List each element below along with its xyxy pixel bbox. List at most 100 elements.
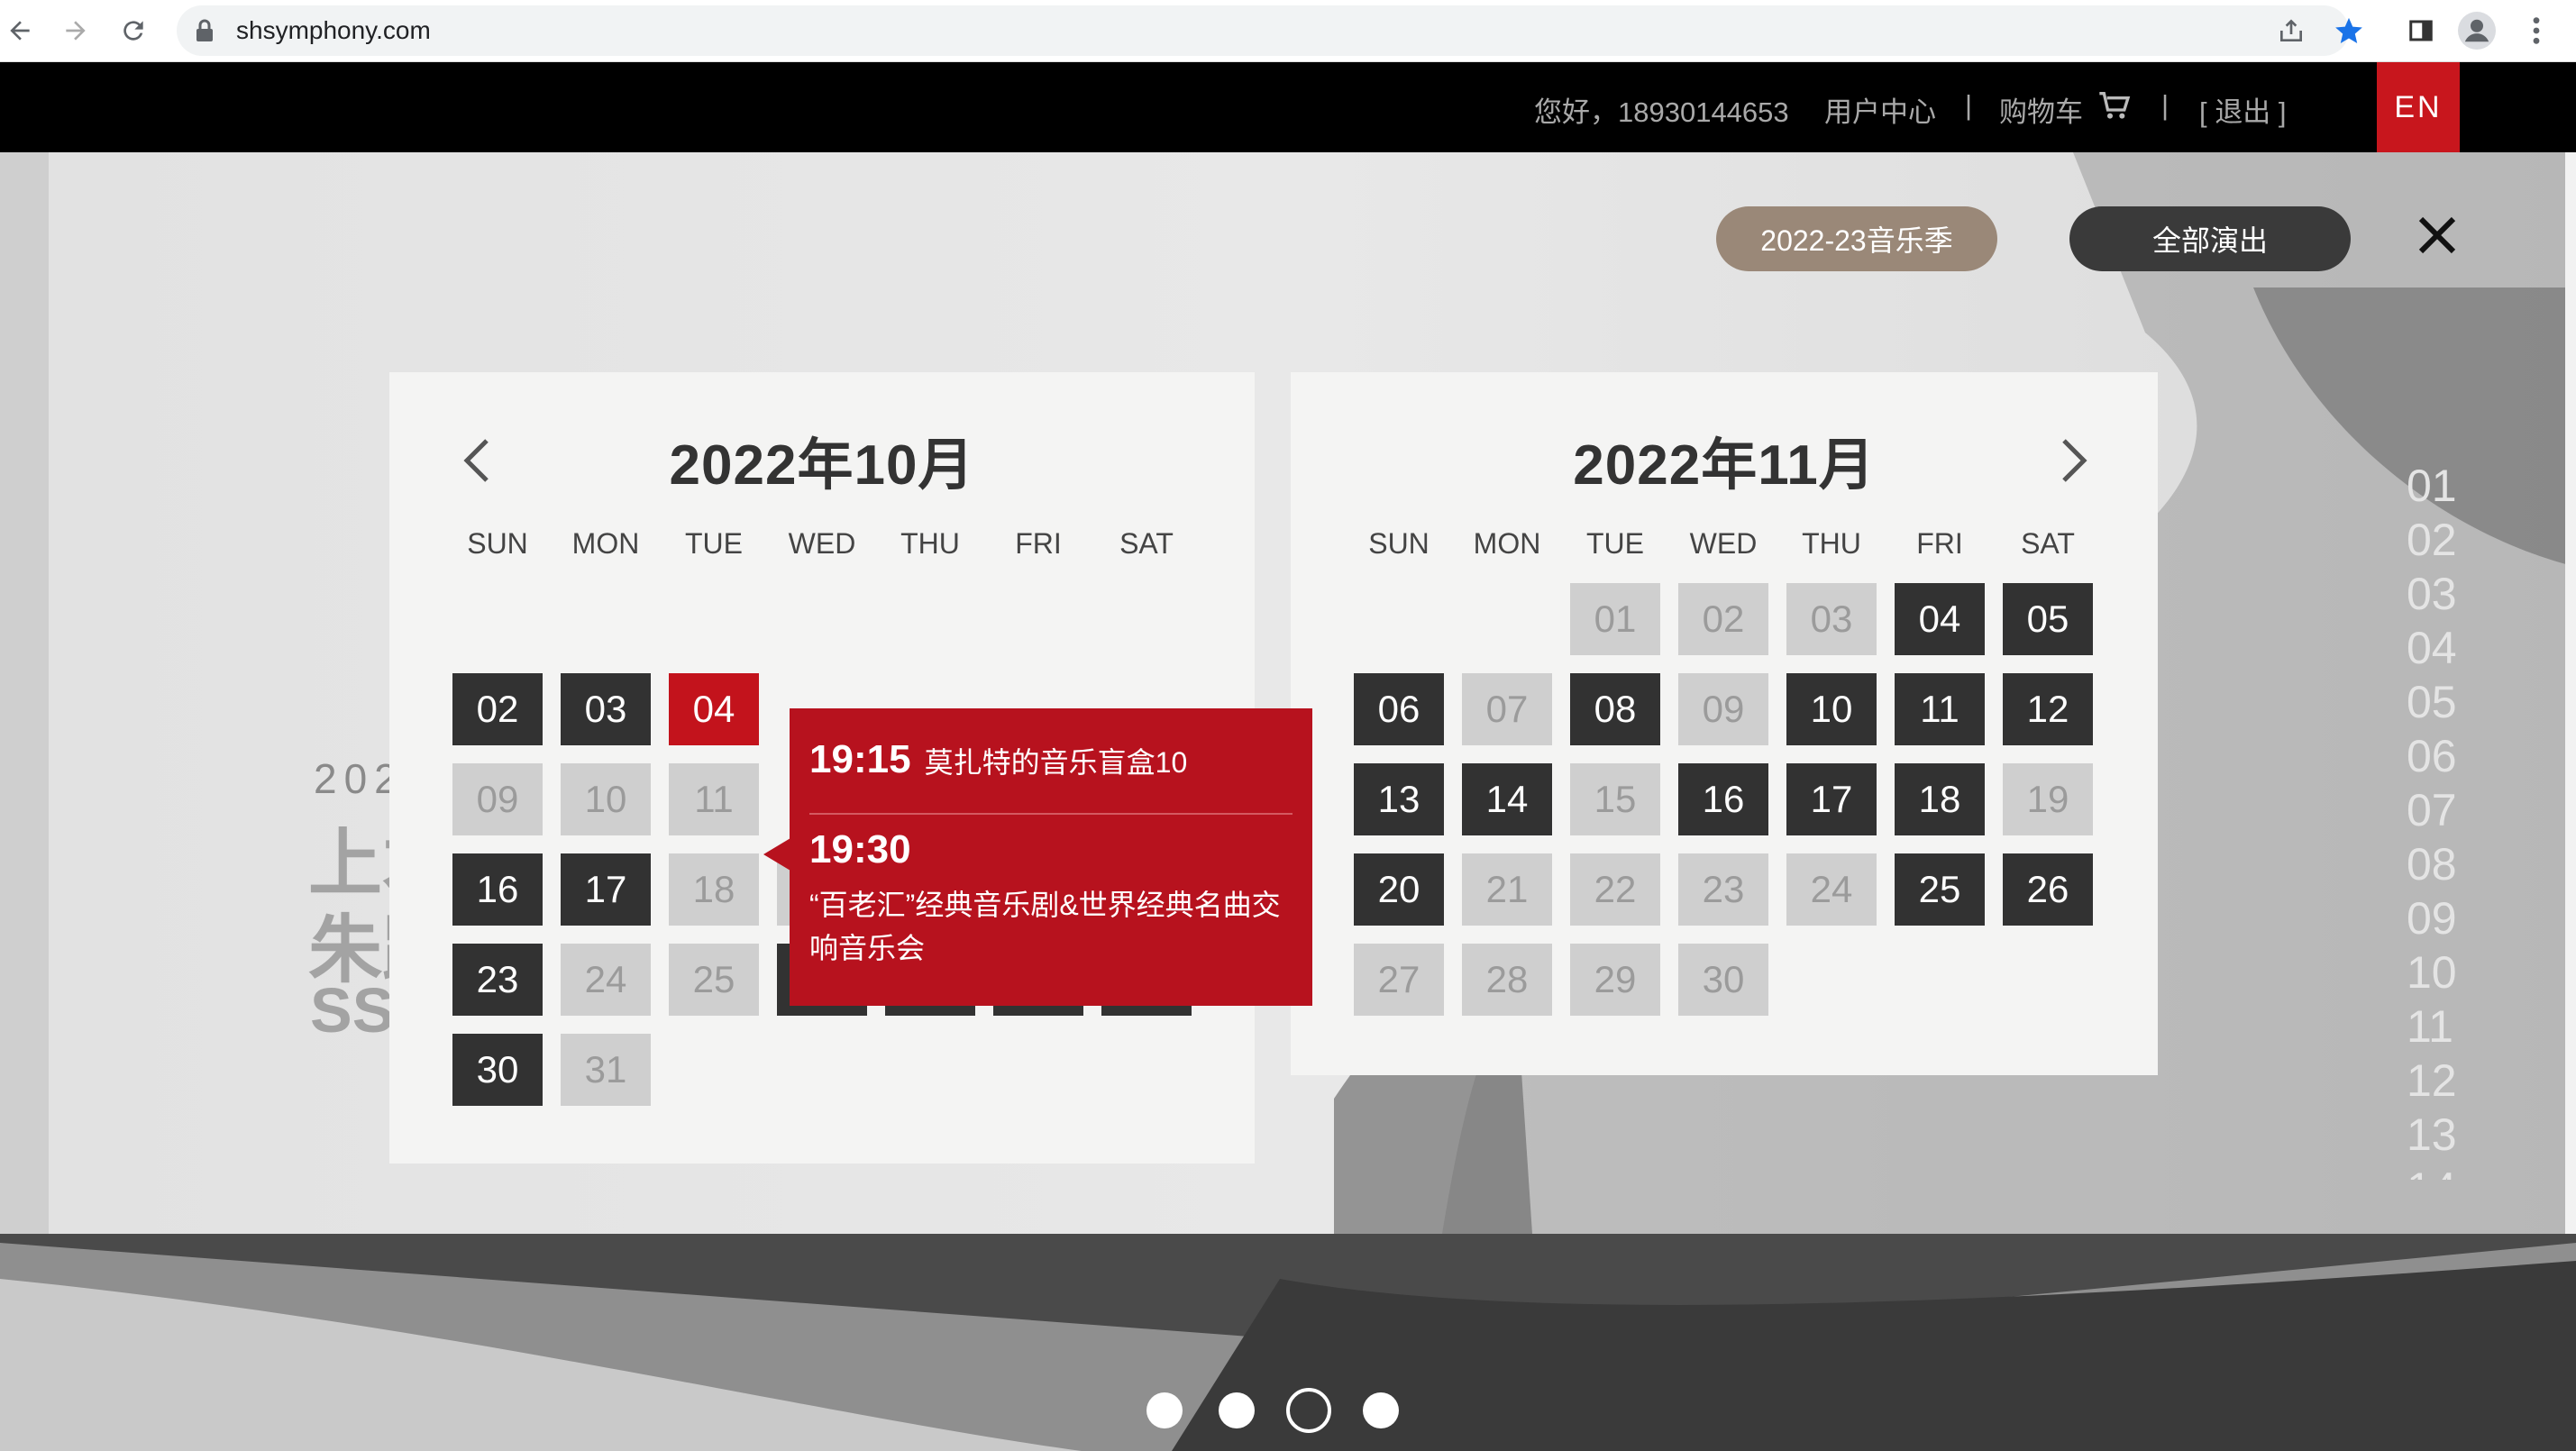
day-cell-23: 23 <box>1678 853 1768 926</box>
day-cell-16[interactable]: 16 <box>452 853 543 926</box>
popup-divider <box>809 813 1293 815</box>
day-cell-19: 19 <box>2003 763 2093 835</box>
side-number[interactable]: 11 <box>2407 999 2461 1054</box>
side-number[interactable]: 04 <box>2407 621 2461 675</box>
event-title: “百老汇”经典音乐剧&世界经典名曲交响音乐会 <box>809 889 1281 964</box>
day-cell-30: 30 <box>1678 944 1768 1016</box>
day-cell-29: 29 <box>1570 944 1660 1016</box>
side-number[interactable]: 12 <box>2407 1054 2461 1108</box>
day-cell-16[interactable]: 16 <box>1678 763 1768 835</box>
weekday-header: THU <box>1802 527 1861 560</box>
cart-icon[interactable] <box>2096 87 2133 127</box>
greeting-text: 您好，18930144653 <box>1534 96 1789 128</box>
logout-link[interactable]: [ 退出 ] <box>2199 89 2286 130</box>
day-cell-09: 09 <box>452 763 543 835</box>
share-icon[interactable] <box>2270 9 2313 52</box>
side-number[interactable]: 14 <box>2407 1162 2461 1180</box>
weekday-header: MON <box>1473 527 1541 560</box>
day-cell-20[interactable]: 20 <box>1354 853 1444 926</box>
day-cell-17[interactable]: 17 <box>1786 763 1877 835</box>
day-cell-18[interactable]: 18 <box>1895 763 1985 835</box>
side-number[interactable]: 13 <box>2407 1108 2461 1162</box>
month-title: 2022年11月 <box>1573 434 1876 497</box>
weekday-header: SAT <box>1119 527 1174 560</box>
side-number[interactable]: 05 <box>2407 675 2461 729</box>
day-cell-30[interactable]: 30 <box>452 1034 543 1106</box>
side-panel-icon[interactable] <box>2399 9 2443 52</box>
day-cell-08[interactable]: 08 <box>1570 673 1660 745</box>
side-number[interactable]: 09 <box>2407 891 2461 945</box>
side-number[interactable]: 01 <box>2407 459 2461 513</box>
day-cell-14[interactable]: 14 <box>1462 763 1552 835</box>
address-bar[interactable]: shsymphony.com <box>177 5 2349 56</box>
side-number[interactable]: 10 <box>2407 945 2461 999</box>
day-cell-21: 21 <box>1462 853 1552 926</box>
day-cell-09: 09 <box>1678 673 1768 745</box>
carousel-dot[interactable] <box>1146 1392 1183 1428</box>
weekday-header: THU <box>900 527 960 560</box>
all-shows-button[interactable]: 全部演出 <box>2069 206 2351 271</box>
browser-toolbar: shsymphony.com <box>0 0 2576 62</box>
day-cell-17[interactable]: 17 <box>561 853 651 926</box>
day-cell-24: 24 <box>1786 853 1877 926</box>
day-cell-25[interactable]: 25 <box>1895 853 1985 926</box>
side-number[interactable]: 07 <box>2407 783 2461 837</box>
day-cell-31: 31 <box>561 1034 651 1106</box>
day-cell-04[interactable]: 04 <box>1895 583 1985 655</box>
menu-dots-icon[interactable] <box>2515 9 2558 52</box>
side-number[interactable]: 02 <box>2407 513 2461 567</box>
day-cell-10[interactable]: 10 <box>1786 673 1877 745</box>
day-cell-06[interactable]: 06 <box>1354 673 1444 745</box>
day-cell-25: 25 <box>669 944 759 1016</box>
day-cell-18: 18 <box>669 853 759 926</box>
day-cell-05[interactable]: 05 <box>2003 583 2093 655</box>
day-cell-24: 24 <box>561 944 651 1016</box>
season-filter-button[interactable]: 2022-23音乐季 <box>1716 206 1997 271</box>
day-cell-03[interactable]: 03 <box>561 673 651 745</box>
weekday-header: TUE <box>1586 527 1644 560</box>
day-cell-13[interactable]: 13 <box>1354 763 1444 835</box>
day-cell-27: 27 <box>1354 944 1444 1016</box>
event-popup: 19:15 莫扎特的音乐盲盒10 19:30 “百老汇”经典音乐剧&世界经典名曲… <box>790 708 1312 1006</box>
weekday-header: TUE <box>685 527 743 560</box>
bookmark-star-icon[interactable] <box>2327 9 2370 52</box>
day-cell-26[interactable]: 26 <box>2003 853 2093 926</box>
lock-icon <box>195 19 215 46</box>
weekday-header: SAT <box>2021 527 2075 560</box>
day-cell-11[interactable]: 11 <box>1895 673 1985 745</box>
side-number[interactable]: 08 <box>2407 837 2461 891</box>
side-number[interactable]: 06 <box>2407 729 2461 783</box>
weekday-header: SUN <box>467 527 528 560</box>
side-number[interactable]: 03 <box>2407 567 2461 621</box>
weekday-header: FRI <box>1015 527 1062 560</box>
carousel-dot[interactable] <box>1363 1392 1399 1428</box>
carousel-dot[interactable] <box>1219 1392 1255 1428</box>
close-icon[interactable] <box>2412 210 2462 260</box>
event-item[interactable]: 19:30 “百老汇”经典音乐剧&世界经典名曲交响音乐会 <box>809 827 1293 970</box>
forward-icon[interactable] <box>52 7 99 54</box>
calendar-stage: 202 上才 朱跂 SSO 2022-23音乐季 全部演出 01 02 03 04 05… <box>0 152 2576 1451</box>
user-center-link[interactable]: 用户中心 <box>1824 89 1936 130</box>
day-cell-11: 11 <box>669 763 759 835</box>
day-cell-02[interactable]: 02 <box>452 673 543 745</box>
profile-icon[interactable] <box>2455 9 2498 52</box>
day-cell-23[interactable]: 23 <box>452 944 543 1016</box>
event-item[interactable]: 19:15 莫扎特的音乐盲盒10 <box>809 737 1187 782</box>
carousel-dot[interactable] <box>1286 1388 1331 1433</box>
weekday-header: WED <box>1689 527 1758 560</box>
day-cell-10: 10 <box>561 763 651 835</box>
weekday-header: FRI <box>1916 527 1963 560</box>
day-cell-02: 02 <box>1678 583 1768 655</box>
event-time: 19:30 <box>809 827 911 872</box>
language-button[interactable]: EN <box>2377 62 2460 152</box>
next-month-icon[interactable] <box>2048 426 2098 495</box>
day-cell-22: 22 <box>1570 853 1660 926</box>
day-cell-07: 07 <box>1462 673 1552 745</box>
header-separator: | <box>2161 89 2170 121</box>
weekday-header: SUN <box>1368 527 1430 560</box>
reload-icon[interactable] <box>110 7 157 54</box>
back-icon[interactable] <box>0 7 43 54</box>
cart-link[interactable]: 购物车 <box>1999 89 2083 130</box>
day-cell-12[interactable]: 12 <box>2003 673 2093 745</box>
day-cell-04[interactable]: 04 <box>669 673 759 745</box>
